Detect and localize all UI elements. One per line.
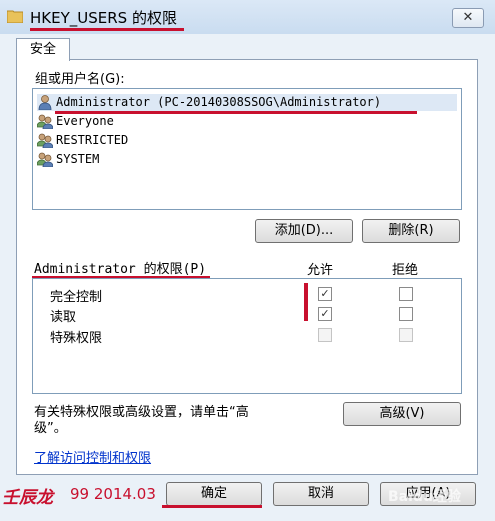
user-name: RESTRICTED: [56, 133, 129, 147]
list-item[interactable]: SYSTEM: [37, 151, 457, 168]
annotation-underline: [55, 111, 417, 114]
help-link[interactable]: 了解访问控制和权限: [34, 447, 151, 466]
permission-name: 特殊权限: [50, 331, 103, 346]
remove-button[interactable]: 删除(R): [362, 219, 460, 243]
group-icon: [37, 152, 53, 167]
list-item[interactable]: Administrator (PC-20140308SSOG\Administr…: [37, 94, 457, 111]
brand-watermark: Baidu经验: [388, 489, 461, 505]
tab-security[interactable]: 安全: [16, 38, 70, 61]
folder-icon: [7, 10, 23, 23]
permissions-list: 完全控制 读取 特殊权限: [32, 278, 462, 394]
user-list[interactable]: Administrator (PC-20140308SSOG\Administr…: [32, 88, 462, 210]
advanced-text: 级”。: [34, 421, 67, 436]
user-name: Administrator (PC-20140308SSOG\Administr…: [56, 95, 382, 109]
full-control-allow-checkbox[interactable]: ✓: [318, 287, 332, 301]
user-icon: [38, 95, 52, 110]
list-item[interactable]: RESTRICTED: [37, 132, 457, 149]
users-label: 组或用户名(G):: [35, 72, 125, 87]
permission-name: 完全控制: [50, 290, 103, 305]
deny-header: 拒绝: [392, 263, 419, 278]
date-watermark: 99 2014.03: [70, 485, 156, 503]
group-icon: [37, 114, 53, 129]
annotation-underline: [30, 28, 184, 31]
special-allow-checkbox: [318, 328, 332, 342]
cancel-button[interactable]: 取消: [273, 482, 369, 506]
read-allow-checkbox[interactable]: ✓: [318, 307, 332, 321]
special-deny-checkbox: [399, 328, 413, 342]
list-item[interactable]: Everyone: [37, 113, 457, 130]
annotation-bar: [304, 283, 308, 321]
annotation-underline: [162, 505, 262, 508]
close-button[interactable]: ✕: [452, 8, 484, 28]
allow-header: 允许: [307, 263, 334, 278]
window-title: HKEY_USERS 的权限: [30, 9, 177, 27]
add-button[interactable]: 添加(D)...: [255, 219, 353, 243]
read-deny-checkbox[interactable]: [399, 307, 413, 321]
signature-watermark: 壬辰龙: [2, 488, 53, 508]
ok-button[interactable]: 确定: [166, 482, 262, 506]
permission-name: 读取: [50, 310, 77, 325]
permissions-label: Administrator 的权限(P): [34, 262, 207, 277]
advanced-button[interactable]: 高级(V): [343, 402, 461, 426]
group-icon: [37, 133, 53, 148]
user-name: Everyone: [56, 114, 114, 128]
full-control-deny-checkbox[interactable]: [399, 287, 413, 301]
user-name: SYSTEM: [56, 152, 100, 166]
